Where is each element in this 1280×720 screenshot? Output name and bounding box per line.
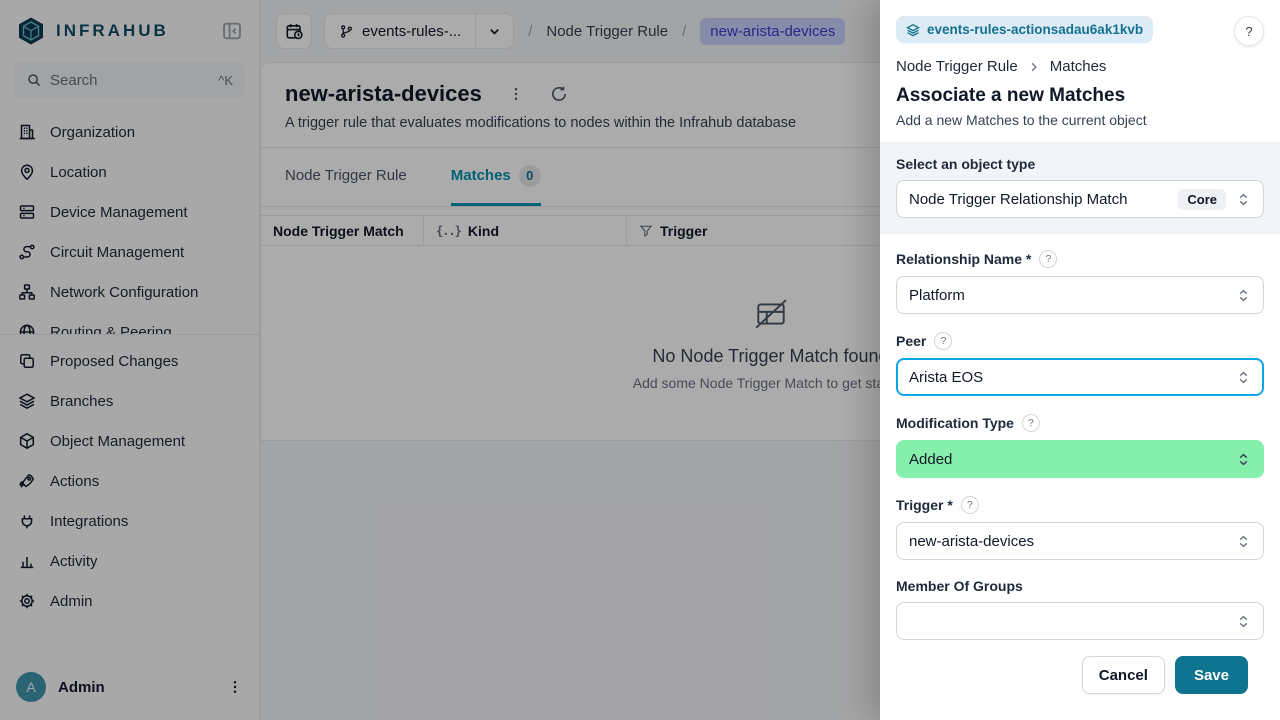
chevron-updown-icon — [1236, 534, 1251, 549]
chevron-updown-icon — [1236, 288, 1251, 303]
drawer-actions: Cancel Save — [896, 656, 1264, 714]
field-help-icon[interactable]: ? — [961, 496, 979, 514]
field-member-of-groups: Member Of Groups — [896, 578, 1264, 640]
save-button[interactable]: Save — [1175, 656, 1248, 694]
field-label: Trigger * — [896, 497, 953, 513]
peer-select[interactable]: Arista EOS — [896, 358, 1264, 396]
field-help-icon[interactable]: ? — [934, 332, 952, 350]
help-button[interactable]: ? — [1234, 16, 1264, 46]
field-modification-type: Modification Type ? Added — [896, 414, 1264, 478]
chevron-updown-icon — [1236, 370, 1251, 385]
object-type-value: Node Trigger Relationship Match — [909, 191, 1178, 208]
drawer-subtitle: Add a new Matches to the current object — [896, 112, 1264, 142]
modification-type-select[interactable]: Added — [896, 440, 1264, 478]
chevron-right-icon — [1028, 61, 1040, 73]
member-of-groups-select[interactable] — [896, 602, 1264, 640]
drawer-breadcrumb-current: Matches — [1050, 58, 1107, 75]
select-value: Arista EOS — [909, 369, 1236, 386]
field-label: Member Of Groups — [896, 578, 1023, 594]
drawer-breadcrumb-parent[interactable]: Node Trigger Rule — [896, 58, 1018, 75]
chevron-updown-icon — [1236, 614, 1251, 629]
field-relationship-name: Relationship Name * ? Platform — [896, 250, 1264, 314]
drawer-breadcrumb: Node Trigger Rule Matches — [896, 58, 1264, 75]
cancel-button[interactable]: Cancel — [1082, 656, 1165, 694]
field-label: Modification Type — [896, 415, 1014, 431]
object-type-select[interactable]: Node Trigger Relationship Match Core — [896, 180, 1264, 218]
relationship-name-select[interactable]: Platform — [896, 276, 1264, 314]
trigger-select[interactable]: new-arista-devices — [896, 522, 1264, 560]
chevron-updown-icon — [1236, 452, 1251, 467]
drawer-form: Relationship Name * ? Platform Peer ? Ar… — [880, 234, 1280, 720]
drawer-title: Associate a new Matches — [896, 85, 1264, 107]
drawer-header: events-rules-actionsadau6ak1kvb ? Node T… — [880, 0, 1280, 142]
field-trigger: Trigger * ? new-arista-devices — [896, 496, 1264, 560]
field-peer: Peer ? Arista EOS — [896, 332, 1264, 396]
layers-icon — [906, 23, 920, 37]
associate-matches-drawer: events-rules-actionsadau6ak1kvb ? Node T… — [880, 0, 1280, 720]
field-help-icon[interactable]: ? — [1039, 250, 1057, 268]
chevron-updown-icon — [1236, 192, 1251, 207]
field-help-icon[interactable]: ? — [1022, 414, 1040, 432]
field-label: Peer — [896, 333, 926, 349]
select-value: Platform — [909, 287, 1236, 304]
field-label: Relationship Name * — [896, 251, 1031, 267]
object-id-badge-label: events-rules-actionsadau6ak1kvb — [927, 22, 1143, 37]
select-value: new-arista-devices — [909, 533, 1236, 550]
core-badge: Core — [1178, 189, 1226, 210]
select-value: Added — [909, 451, 1236, 468]
object-type-label: Select an object type — [896, 156, 1035, 172]
object-id-badge[interactable]: events-rules-actionsadau6ak1kvb — [896, 16, 1153, 43]
object-type-section: Select an object type Node Trigger Relat… — [880, 142, 1280, 234]
